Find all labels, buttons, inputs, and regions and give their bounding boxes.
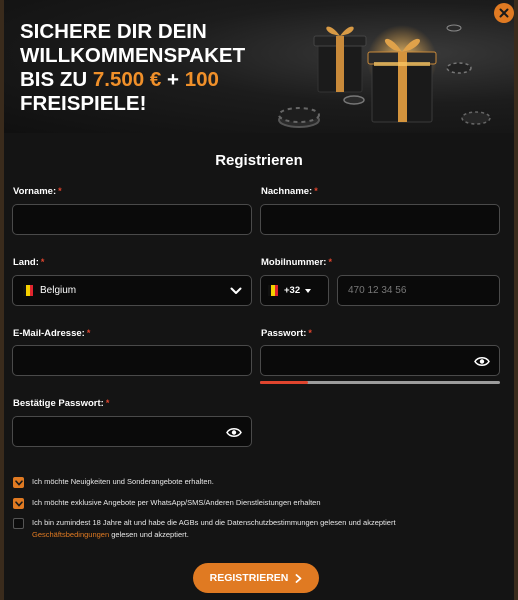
mobile-label-text: Mobilnummer:	[261, 257, 327, 268]
password-label-text: Passwort:	[261, 328, 307, 339]
required-mark: *	[105, 398, 110, 408]
eye-icon[interactable]	[474, 356, 490, 367]
register-button[interactable]: REGISTRIEREN	[193, 563, 319, 593]
confirm-password-label: Bestätige Passwort: *	[13, 398, 109, 409]
banner-spins: 100	[184, 68, 219, 91]
banner-line-1: SICHERE DIR DEIN	[20, 20, 207, 43]
required-mark: *	[86, 328, 91, 338]
belgium-flag-icon	[268, 285, 278, 296]
required-mark: *	[314, 186, 318, 196]
email-label: E-Mail-Adresse: *	[13, 328, 90, 339]
registration-modal: SICHERE DIR DEIN WILLKOMMENSPAKET BIS ZU…	[0, 0, 518, 600]
phone-placeholder: 470 12 34 56	[348, 285, 407, 296]
chevron-right-icon	[295, 573, 302, 583]
close-button[interactable]	[494, 3, 514, 23]
country-label-text: Land:	[13, 257, 39, 268]
eye-icon[interactable]	[226, 427, 242, 438]
newsletter-checkbox[interactable]	[13, 477, 24, 488]
consent-whatsapp: Ich möchte exklusive Angebote per WhatsA…	[13, 497, 321, 509]
form-title: Registrieren	[215, 152, 303, 169]
register-button-label: REGISTRIEREN	[209, 572, 289, 584]
backdrop-right	[514, 0, 518, 600]
lastname-label-text: Nachname:	[261, 186, 313, 197]
terms-text: Ich bin zumindest 18 Jahre alt und habe …	[32, 518, 396, 527]
banner-line-4: FREISPIELE!	[20, 92, 147, 115]
dial-code-select[interactable]: +32	[260, 275, 329, 306]
firstname-input[interactable]	[12, 204, 252, 235]
newsletter-consent-text: Ich möchte Neuigkeiten und Sonderangebot…	[32, 477, 214, 486]
banner-headline: SICHERE DIR DEIN WILLKOMMENSPAKET BIS ZU…	[20, 20, 245, 116]
password-label: Passwort: *	[261, 328, 312, 339]
country-value: Belgium	[40, 285, 77, 296]
terms-consent-text: Ich bin zumindest 18 Jahre alt und habe …	[32, 517, 396, 541]
chevron-down-icon	[230, 287, 242, 294]
close-icon	[499, 8, 509, 18]
whatsapp-checkbox[interactable]	[13, 498, 24, 509]
check-icon	[14, 479, 23, 486]
promo-banner: SICHERE DIR DEIN WILLKOMMENSPAKET BIS ZU…	[4, 0, 514, 133]
confirm-password-input[interactable]	[12, 416, 252, 447]
mobile-label: Mobilnummer: *	[261, 257, 332, 268]
required-mark: *	[40, 257, 45, 267]
check-icon	[14, 500, 23, 507]
dial-code-value: +32	[284, 285, 301, 296]
required-mark: *	[328, 257, 332, 267]
lastname-label: Nachname: *	[261, 186, 318, 197]
belgium-flag-icon	[23, 285, 33, 296]
banner-amount: 7.500 €	[92, 68, 162, 91]
password-input[interactable]	[260, 345, 500, 376]
required-mark: *	[308, 328, 312, 338]
required-mark: *	[58, 186, 62, 196]
password-strength-bar	[260, 381, 308, 384]
banner-prefix: BIS ZU	[20, 68, 88, 91]
lastname-input[interactable]	[260, 204, 500, 235]
whatsapp-consent-text: Ich möchte exklusive Angebote per WhatsA…	[32, 498, 321, 507]
phone-input[interactable]: 470 12 34 56	[337, 275, 500, 306]
caret-down-icon	[305, 288, 312, 293]
firstname-label-text: Vorname:	[13, 186, 57, 197]
consent-terms: Ich bin zumindest 18 Jahre alt und habe …	[13, 517, 396, 541]
terms-text-after: gelesen und akzeptiert.	[109, 530, 189, 539]
firstname-label: Vorname: *	[13, 186, 62, 197]
terms-checkbox[interactable]	[13, 518, 24, 529]
consent-newsletter: Ich möchte Neuigkeiten und Sonderangebot…	[13, 476, 214, 488]
banner-line-3: BIS ZU 7.500 € + 100	[20, 68, 245, 92]
country-label: Land: *	[13, 257, 44, 268]
banner-line-2: WILLKOMMENSPAKET	[20, 44, 246, 67]
email-input[interactable]	[12, 345, 252, 376]
confirm-password-label-text: Bestätige Passwort:	[13, 398, 104, 409]
terms-link[interactable]: Geschäftsbedingungen	[32, 530, 109, 539]
country-select[interactable]: Belgium	[12, 275, 252, 306]
email-label-text: E-Mail-Adresse:	[13, 328, 85, 339]
banner-plus: +	[167, 68, 179, 91]
